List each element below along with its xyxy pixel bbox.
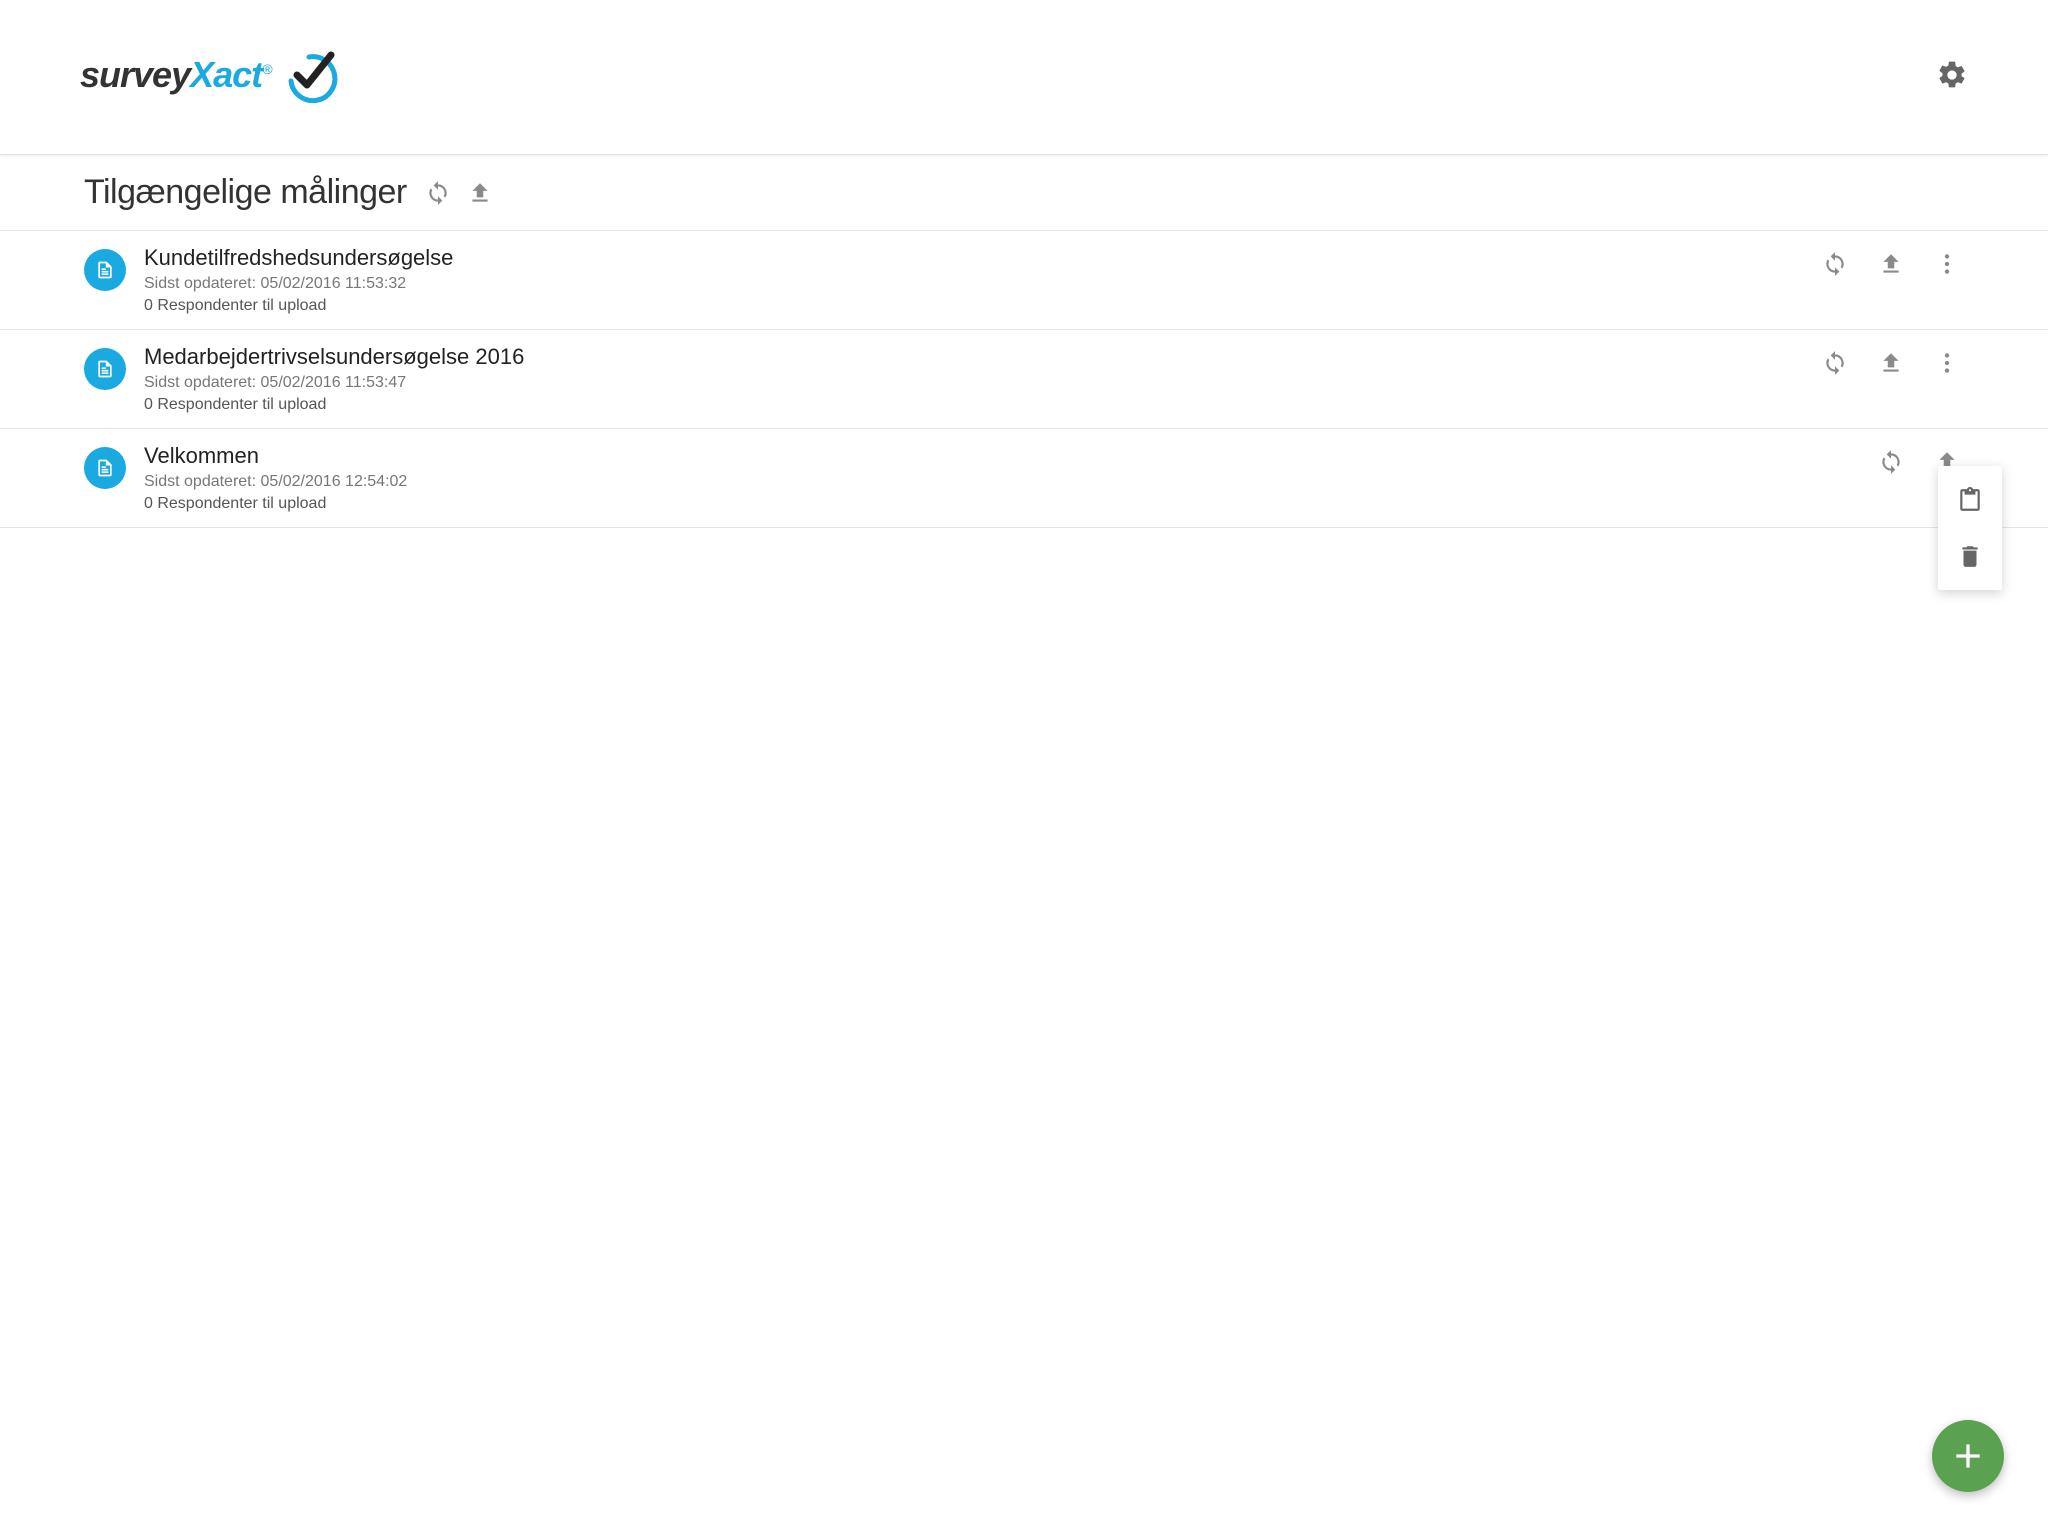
item-title: Medarbejdertrivselsundersøgelse 2016 (144, 344, 1804, 370)
item-respondents: 0 Respondenter til upload (144, 396, 1804, 414)
list-item[interactable]: Medarbejdertrivselsundersøgelse 2016 Sids… (0, 330, 2048, 429)
more-button[interactable] (1934, 251, 1960, 277)
item-respondents: 0 Respondenter til upload (144, 495, 1860, 513)
title-actions (425, 180, 493, 206)
document-icon (84, 447, 126, 489)
delete-menu-item[interactable] (1938, 528, 2002, 584)
app-header: surveyXact® (0, 0, 2048, 155)
page-title: Tilgængelige målinger (84, 173, 407, 212)
clipboard-menu-item[interactable] (1938, 472, 2002, 528)
document-icon (84, 348, 126, 390)
refresh-button[interactable] (1878, 449, 1904, 475)
upload-all-button[interactable] (467, 180, 493, 206)
refresh-all-button[interactable] (425, 180, 451, 206)
refresh-button[interactable] (1822, 350, 1848, 376)
item-body: Velkommen Sidst opdateret: 05/02/2016 12:… (144, 443, 1860, 513)
page-title-row: Tilgængelige målinger (0, 155, 2048, 231)
item-body: Kundetilfredshedsundersøgelse Sidst opdat… (144, 245, 1804, 315)
settings-button[interactable] (1936, 59, 1968, 91)
surveys-list: Kundetilfredshedsundersøgelse Sidst opdat… (0, 231, 2048, 528)
list-item[interactable]: Velkommen Sidst opdateret: 05/02/2016 12:… (0, 429, 2048, 528)
upload-button[interactable] (1878, 251, 1904, 277)
item-actions (1822, 245, 1964, 277)
brand-logo: surveyXact® (80, 45, 339, 105)
more-button[interactable] (1934, 350, 1960, 376)
item-body: Medarbejdertrivselsundersøgelse 2016 Sids… (144, 344, 1804, 414)
item-updated: Sidst opdateret: 05/02/2016 11:53:47 (144, 374, 1804, 392)
brand-text-part1: survey (80, 54, 190, 95)
add-button[interactable] (1932, 1420, 2004, 1492)
item-updated: Sidst opdateret: 05/02/2016 11:53:32 (144, 275, 1804, 293)
brand-text: surveyXact® (80, 54, 271, 96)
list-item[interactable]: Kundetilfredshedsundersøgelse Sidst opdat… (0, 231, 2048, 330)
refresh-button[interactable] (1822, 251, 1848, 277)
upload-button[interactable] (1878, 350, 1904, 376)
item-updated: Sidst opdateret: 05/02/2016 12:54:02 (144, 473, 1860, 491)
item-title: Kundetilfredshedsundersøgelse (144, 245, 1804, 271)
context-menu (1938, 466, 2002, 590)
document-icon (84, 249, 126, 291)
item-actions (1822, 344, 1964, 376)
item-title: Velkommen (144, 443, 1860, 469)
item-respondents: 0 Respondenter til upload (144, 297, 1804, 315)
brand-text-part2: Xact (190, 54, 262, 95)
brand-check-icon (279, 45, 339, 105)
